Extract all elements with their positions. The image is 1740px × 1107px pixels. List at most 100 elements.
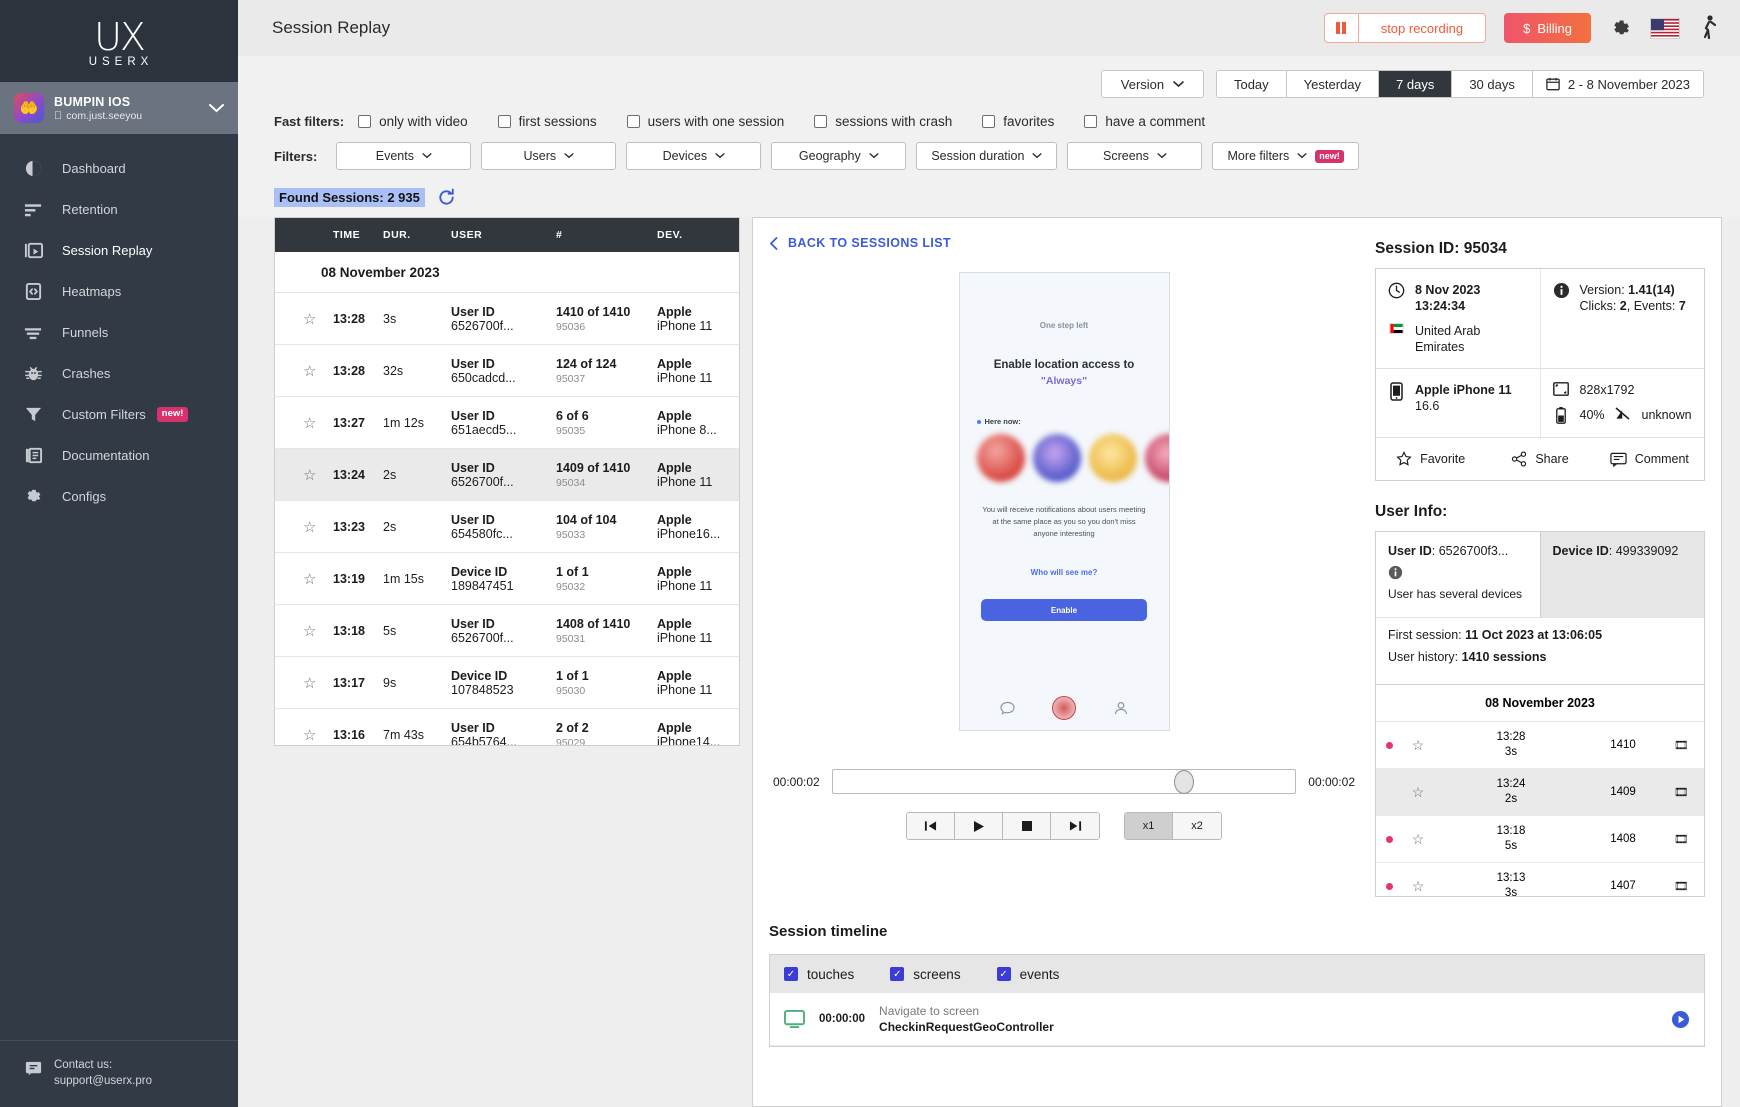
version-dropdown[interactable]: Version	[1100, 70, 1204, 98]
favorite-star-icon[interactable]: ☆	[1402, 831, 1434, 848]
checkbox[interactable]	[982, 115, 996, 128]
fast-filter-users-with-one-session[interactable]: users with one session	[626, 114, 784, 129]
range-7-days[interactable]: 7 days	[1379, 71, 1453, 97]
list-item[interactable]: ☆ 13:28 3s 1410 🎞	[1376, 722, 1704, 769]
table-row[interactable]: ☆ 13:16 7m 43s User ID 654b5764... 2 of 2…	[275, 709, 739, 746]
checkbox[interactable]	[626, 115, 640, 128]
speed-x2-button[interactable]: x2	[1173, 813, 1221, 839]
list-item[interactable]: ☆ 13:13 3s 1407 🎞	[1376, 863, 1704, 896]
chevron-down-icon[interactable]	[209, 103, 224, 113]
session-video-preview[interactable]: One step left Enable location access to …	[769, 272, 1359, 731]
sessions-table-body[interactable]: 08 November 2023 ☆ 13:28 3s User ID 65267…	[275, 252, 739, 745]
seek-slider[interactable]	[831, 769, 1297, 794]
table-row[interactable]: ☆ 13:27 1m 12s User ID 651aecd5... 6 of 6…	[275, 397, 739, 449]
user-history-list[interactable]: 08 November 2023 ☆ 13:28 3s 1410 🎞 ☆ 13:…	[1375, 685, 1705, 897]
favorite-star-icon[interactable]: ☆	[303, 414, 333, 432]
refresh-icon[interactable]	[437, 188, 456, 207]
billing-button[interactable]: $ Billing	[1504, 13, 1591, 43]
comment-button[interactable]: Comment	[1595, 438, 1704, 480]
share-button[interactable]: Share	[1485, 438, 1594, 480]
skip-to-start-button[interactable]	[907, 813, 955, 839]
play-button[interactable]	[955, 813, 1003, 839]
filter-session-duration[interactable]: Session duration	[916, 142, 1058, 170]
fast-filter-first-sessions[interactable]: first sessions	[497, 114, 597, 129]
favorite-star-icon[interactable]: ☆	[303, 518, 333, 536]
logo[interactable]: UX USERX	[0, 0, 238, 82]
seek-thumb[interactable]	[1174, 769, 1195, 794]
table-row[interactable]: ☆ 13:28 3s User ID 6526700f... 1410 of 14…	[275, 293, 739, 345]
favorite-star-icon[interactable]: ☆	[303, 310, 333, 328]
speed-x1-button[interactable]: x1	[1125, 813, 1173, 839]
favorite-star-icon[interactable]: ☆	[1402, 737, 1434, 754]
filter-geography[interactable]: Geography	[771, 142, 907, 170]
table-row[interactable]: ☆ 13:23 2s User ID 654580fc... 104 of 104…	[275, 501, 739, 553]
checkbox[interactable]	[497, 115, 511, 128]
sidebar-item-heatmaps[interactable]: Heatmaps	[0, 271, 238, 312]
favorite-star-icon[interactable]: ☆	[303, 622, 333, 640]
row-device-model: iPhone16...	[657, 526, 721, 541]
sidebar-item-retention[interactable]: Retention	[0, 189, 238, 230]
favorite-button[interactable]: Favorite	[1376, 438, 1485, 480]
checkbox-checked[interactable]: ✓	[890, 967, 905, 981]
filter-more-filters[interactable]: More filters new!	[1212, 142, 1359, 170]
sidebar-item-session-replay[interactable]: Session Replay	[0, 230, 238, 271]
tab-user-id[interactable]: User ID: 6526700f3... User has several d…	[1376, 532, 1540, 617]
timeline-row[interactable]: 00:00:00 Navigate to screen CheckinReque…	[770, 993, 1704, 1046]
favorite-star-icon[interactable]: ☆	[1402, 784, 1434, 801]
sidebar-item-funnels[interactable]: Funnels	[0, 312, 238, 353]
sidebar-item-documentation[interactable]: Documentation	[0, 435, 238, 476]
table-row[interactable]: ☆ 13:24 2s User ID 6526700f... 1409 of 14…	[275, 449, 739, 501]
fast-filter-favorites[interactable]: favorites	[982, 114, 1054, 129]
player-scroll-region[interactable]: BACK TO SESSIONS LIST One step left Enab…	[753, 218, 1721, 1106]
screen-here-now-label: Here now:	[976, 417, 1021, 426]
timeline-toggle-screens[interactable]: ✓ screens	[890, 967, 961, 982]
filter-screens[interactable]: Screens	[1067, 142, 1203, 170]
stop-recording-button[interactable]: stop recording	[1323, 13, 1487, 43]
filter-events[interactable]: Events	[336, 142, 472, 170]
favorite-star-icon[interactable]: ☆	[1402, 878, 1434, 895]
favorite-star-icon[interactable]: ☆	[303, 570, 333, 588]
app-selector[interactable]: 🤲 BUMPIN IOS  com.just.seeyou	[0, 82, 238, 134]
tab-device-id[interactable]: Device ID: 499339092	[1539, 532, 1704, 617]
timeline-play-icon[interactable]	[1671, 1010, 1690, 1029]
fast-filter-have-a-comment[interactable]: have a comment	[1084, 114, 1205, 129]
fast-filter-sessions-with-crash[interactable]: sessions with crash	[814, 114, 952, 129]
table-row[interactable]: ☆ 13:18 5s User ID 6526700f... 1408 of 14…	[275, 605, 739, 657]
language-flag-icon[interactable]	[1650, 17, 1680, 39]
checkbox-checked[interactable]: ✓	[784, 967, 798, 981]
screen-who-link: Who will see me?	[1030, 568, 1098, 577]
table-row[interactable]: ☆ 13:19 1m 15s Device ID 189847451 1 of 1…	[275, 553, 739, 605]
filter-devices[interactable]: Devices	[626, 142, 762, 170]
filter-users[interactable]: Users	[481, 142, 617, 170]
checkbox[interactable]	[358, 115, 372, 128]
settings-gear-icon[interactable]	[1609, 17, 1632, 40]
sidebar-item-custom-filters[interactable]: Custom Filters new!	[0, 394, 238, 435]
row-number: 124 of 124	[556, 356, 617, 371]
table-row[interactable]: ☆ 13:17 9s Device ID 107848523 1 of 1 9503…	[275, 657, 739, 709]
list-item[interactable]: ☆ 13:18 5s 1408 🎞	[1376, 816, 1704, 863]
checkbox-checked[interactable]: ✓	[996, 967, 1011, 981]
range-today[interactable]: Today	[1216, 71, 1287, 97]
timeline-toggle-events[interactable]: ✓ events	[996, 967, 1059, 982]
timeline-toggle-touches[interactable]: ✓ touches	[784, 967, 854, 982]
fast-filter-only-with-video[interactable]: only with video	[358, 114, 468, 129]
walkthrough-icon[interactable]	[1698, 14, 1722, 42]
sidebar-item-configs[interactable]: Configs	[0, 476, 238, 517]
back-to-sessions-list-link[interactable]: BACK TO SESSIONS LIST	[769, 236, 1359, 250]
range-30-days[interactable]: 30 days	[1452, 71, 1533, 97]
custom-date-range[interactable]: 2 - 8 November 2023	[1532, 71, 1703, 97]
favorite-star-icon[interactable]: ☆	[303, 674, 333, 692]
list-item[interactable]: ☆ 13:24 2s 1409 🎞	[1376, 769, 1704, 816]
checkbox[interactable]	[1084, 115, 1098, 128]
sidebar-item-dashboard[interactable]: Dashboard	[0, 148, 238, 189]
favorite-star-icon[interactable]: ☆	[303, 726, 333, 744]
table-row[interactable]: ☆ 13:28 32s User ID 650cadcd... 124 of 12…	[275, 345, 739, 397]
contact-email[interactable]: support@userx.pro	[54, 1073, 152, 1089]
stop-button[interactable]	[1003, 813, 1051, 839]
sidebar-item-crashes[interactable]: Crashes	[0, 353, 238, 394]
favorite-star-icon[interactable]: ☆	[303, 362, 333, 380]
range-yesterday[interactable]: Yesterday	[1286, 71, 1380, 97]
checkbox[interactable]	[814, 115, 828, 128]
favorite-star-icon[interactable]: ☆	[303, 466, 333, 484]
skip-to-end-button[interactable]	[1051, 813, 1099, 839]
